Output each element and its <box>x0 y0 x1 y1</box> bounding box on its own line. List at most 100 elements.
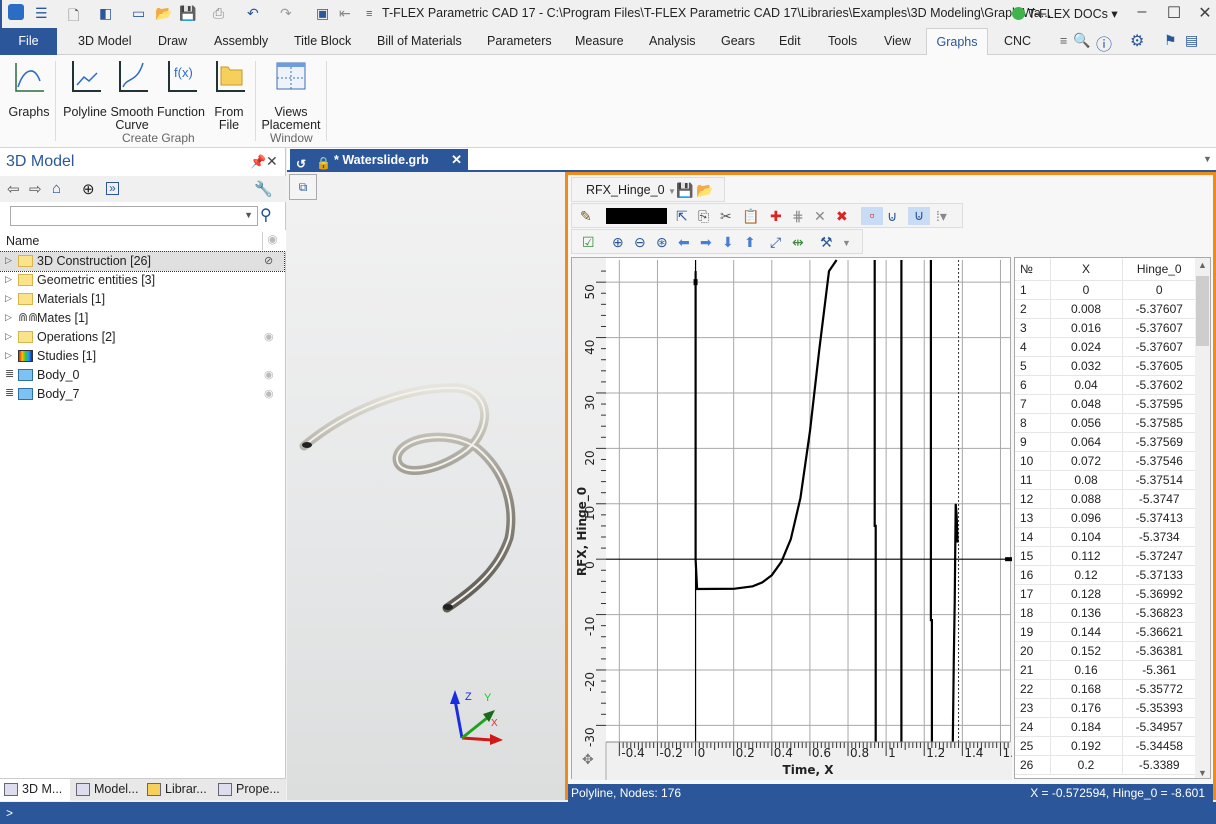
command-line[interactable]: > <box>0 802 1216 824</box>
row-x[interactable]: 0.128 <box>1050 584 1123 604</box>
row-hinge-0[interactable]: -5.3734 <box>1122 527 1197 547</box>
graph-chart[interactable]: ✥ -0.4 -0.2 0 0.2 0.4 0.6 0.8 1 1.2 1.4 1.6 -30 -20 -1… <box>572 258 1022 782</box>
tab-assembly[interactable]: Assembly <box>214 34 268 48</box>
table-row[interactable]: 4 0.024 -5.37607 <box>1015 337 1197 357</box>
row-x[interactable]: 0.144 <box>1050 622 1123 642</box>
row-number[interactable]: 19 <box>1015 622 1051 642</box>
row-number[interactable]: 10 <box>1015 451 1051 471</box>
tab-measure[interactable]: Measure <box>575 34 624 48</box>
table-row[interactable]: 3 0.016 -5.37607 <box>1015 318 1197 338</box>
row-hinge-0[interactable]: -5.35393 <box>1122 698 1197 718</box>
row-number[interactable]: 3 <box>1015 318 1051 338</box>
row-number[interactable]: 16 <box>1015 565 1051 585</box>
target-icon[interactable]: ⊕ <box>82 180 95 198</box>
tab-3d-model[interactable]: 3D Model <box>78 34 132 48</box>
row-number[interactable]: 13 <box>1015 508 1051 528</box>
table-row[interactable]: 18 0.136 -5.36823 <box>1015 603 1197 623</box>
row-hinge-0[interactable]: -5.37607 <box>1122 337 1197 357</box>
row-x[interactable]: 0 <box>1050 280 1123 300</box>
row-x[interactable]: 0.024 <box>1050 337 1123 357</box>
select-nodes-icon[interactable]: ⇱ <box>676 208 688 225</box>
graph-settings-icon[interactable]: ⚒ <box>820 234 833 251</box>
row-number[interactable]: 25 <box>1015 736 1051 756</box>
main-menu-icon[interactable]: ☰ <box>35 5 48 22</box>
grid-options-icon[interactable]: ⁞▾ <box>936 208 947 225</box>
table-row[interactable]: 12 0.088 -5.3747 <box>1015 489 1197 509</box>
row-number[interactable]: 11 <box>1015 470 1051 490</box>
tab-parameters[interactable]: Parameters <box>487 34 552 48</box>
row-x[interactable]: 0.056 <box>1050 413 1123 433</box>
flag-icon[interactable]: ⚑ <box>1164 32 1177 49</box>
file-menu[interactable]: File <box>0 28 57 55</box>
document-list-dropdown-icon[interactable]: ▼ <box>1203 154 1212 164</box>
row-number[interactable]: 2 <box>1015 299 1051 319</box>
line-style-icon[interactable]: ✎ <box>580 208 592 225</box>
table-row[interactable]: 26 0.2 -5.3389 <box>1015 755 1197 775</box>
new-3d-model-icon[interactable]: ◧ <box>99 5 112 22</box>
table-row[interactable]: 100 <box>1015 280 1197 300</box>
row-hinge-0[interactable]: -5.37413 <box>1122 508 1197 528</box>
scrollbar-thumb[interactable] <box>1196 276 1209 346</box>
row-x[interactable]: 0.088 <box>1050 489 1123 509</box>
row-x[interactable]: 0.176 <box>1050 698 1123 718</box>
row-hinge-0[interactable]: -5.36381 <box>1122 641 1197 661</box>
tab-analysis[interactable]: Analysis <box>649 34 696 48</box>
table-row[interactable]: 7 0.048 -5.37595 <box>1015 394 1197 414</box>
tab-3d-model-panel[interactable]: 3D M... <box>0 779 70 801</box>
table-row[interactable]: 16 0.12 -5.37133 <box>1015 565 1197 585</box>
scroll-down-icon[interactable]: ▼ <box>1198 768 1207 778</box>
row-number[interactable]: 5 <box>1015 356 1051 376</box>
zoom-in-icon[interactable]: ⊕ <box>612 234 624 251</box>
open-graph-icon[interactable]: 📂 <box>696 182 713 199</box>
expand-icon[interactable]: ▷ <box>5 312 12 323</box>
table-row[interactable]: 14 0.104 -5.3734 <box>1015 527 1197 547</box>
expand-all-icon[interactable]: » <box>106 182 119 195</box>
home-icon[interactable]: ⌂ <box>52 180 61 197</box>
window-layout-icon[interactable]: ▤ <box>1185 32 1198 49</box>
table-row[interactable]: 20 0.152 -5.36381 <box>1015 641 1197 661</box>
row-hinge-0[interactable]: -5.37133 <box>1122 565 1197 585</box>
hidden-eye-icon[interactable]: ⊘ <box>264 254 273 267</box>
panel-close-icon[interactable]: ✕ <box>266 153 278 170</box>
table-row[interactable]: 11 0.08 -5.37514 <box>1015 470 1197 490</box>
scroll-up-icon[interactable]: ▲ <box>1198 260 1207 270</box>
document-parameters-icon[interactable]: ▣ <box>316 5 329 22</box>
row-x[interactable]: 0.08 <box>1050 470 1123 490</box>
row-number[interactable]: 21 <box>1015 660 1051 680</box>
row-hinge-0[interactable]: -5.37595 <box>1122 394 1197 414</box>
row-hinge-0[interactable]: -5.37247 <box>1122 546 1197 566</box>
insert-node-icon[interactable]: ⋕ <box>792 208 804 225</box>
3d-viewport[interactable]: ↺ 🔒 * Waterslide.grb ✕ ▼ ⧉ Z Y X <box>287 148 1216 800</box>
visibility-column-icon[interactable]: ◉ <box>262 232 282 250</box>
tab-cnc[interactable]: CNC <box>1004 34 1031 48</box>
row-hinge-0[interactable]: -5.35772 <box>1122 679 1197 699</box>
tab-edit[interactable]: Edit <box>779 34 801 48</box>
zoom-fit-icon[interactable]: ⊛ <box>656 234 668 251</box>
new-window-icon[interactable]: ▭ <box>132 5 145 22</box>
row-hinge-0[interactable]: -5.36621 <box>1122 622 1197 642</box>
tab-graphs[interactable]: Graphs <box>926 28 988 56</box>
row-x[interactable]: 0.2 <box>1050 755 1123 775</box>
paste-icon[interactable]: 📋 <box>742 208 759 225</box>
row-x[interactable]: 0.096 <box>1050 508 1123 528</box>
row-hinge-0[interactable]: 0 <box>1122 280 1197 300</box>
save-icon[interactable]: 💾 <box>179 5 196 22</box>
tree-item-geometric-entities[interactable]: ▷ Geometric entities [3] <box>0 271 284 290</box>
row-number[interactable]: 4 <box>1015 337 1051 357</box>
open-file-icon[interactable]: 📂 <box>155 5 172 22</box>
row-number[interactable]: 18 <box>1015 603 1051 623</box>
tree-item-studies[interactable]: ▷ Studies [1] <box>0 347 284 366</box>
tree-item-materials[interactable]: ▷ Materials [1] <box>0 290 284 309</box>
app-logo-icon[interactable] <box>8 4 24 20</box>
function-button[interactable]: f(x) Function <box>157 59 205 119</box>
row-number[interactable]: 22 <box>1015 679 1051 699</box>
pan-right-icon[interactable]: ➡ <box>700 234 712 251</box>
row-x[interactable]: 0.104 <box>1050 527 1123 547</box>
maximize-button[interactable]: ☐ <box>1159 3 1189 23</box>
row-hinge-0[interactable]: -5.37569 <box>1122 432 1197 452</box>
row-hinge-0[interactable]: -5.37607 <box>1122 299 1197 319</box>
row-number[interactable]: 17 <box>1015 584 1051 604</box>
row-number[interactable]: 23 <box>1015 698 1051 718</box>
graph-settings-dropdown-icon[interactable]: ▼ <box>842 238 851 248</box>
row-hinge-0[interactable]: -5.3747 <box>1122 489 1197 509</box>
